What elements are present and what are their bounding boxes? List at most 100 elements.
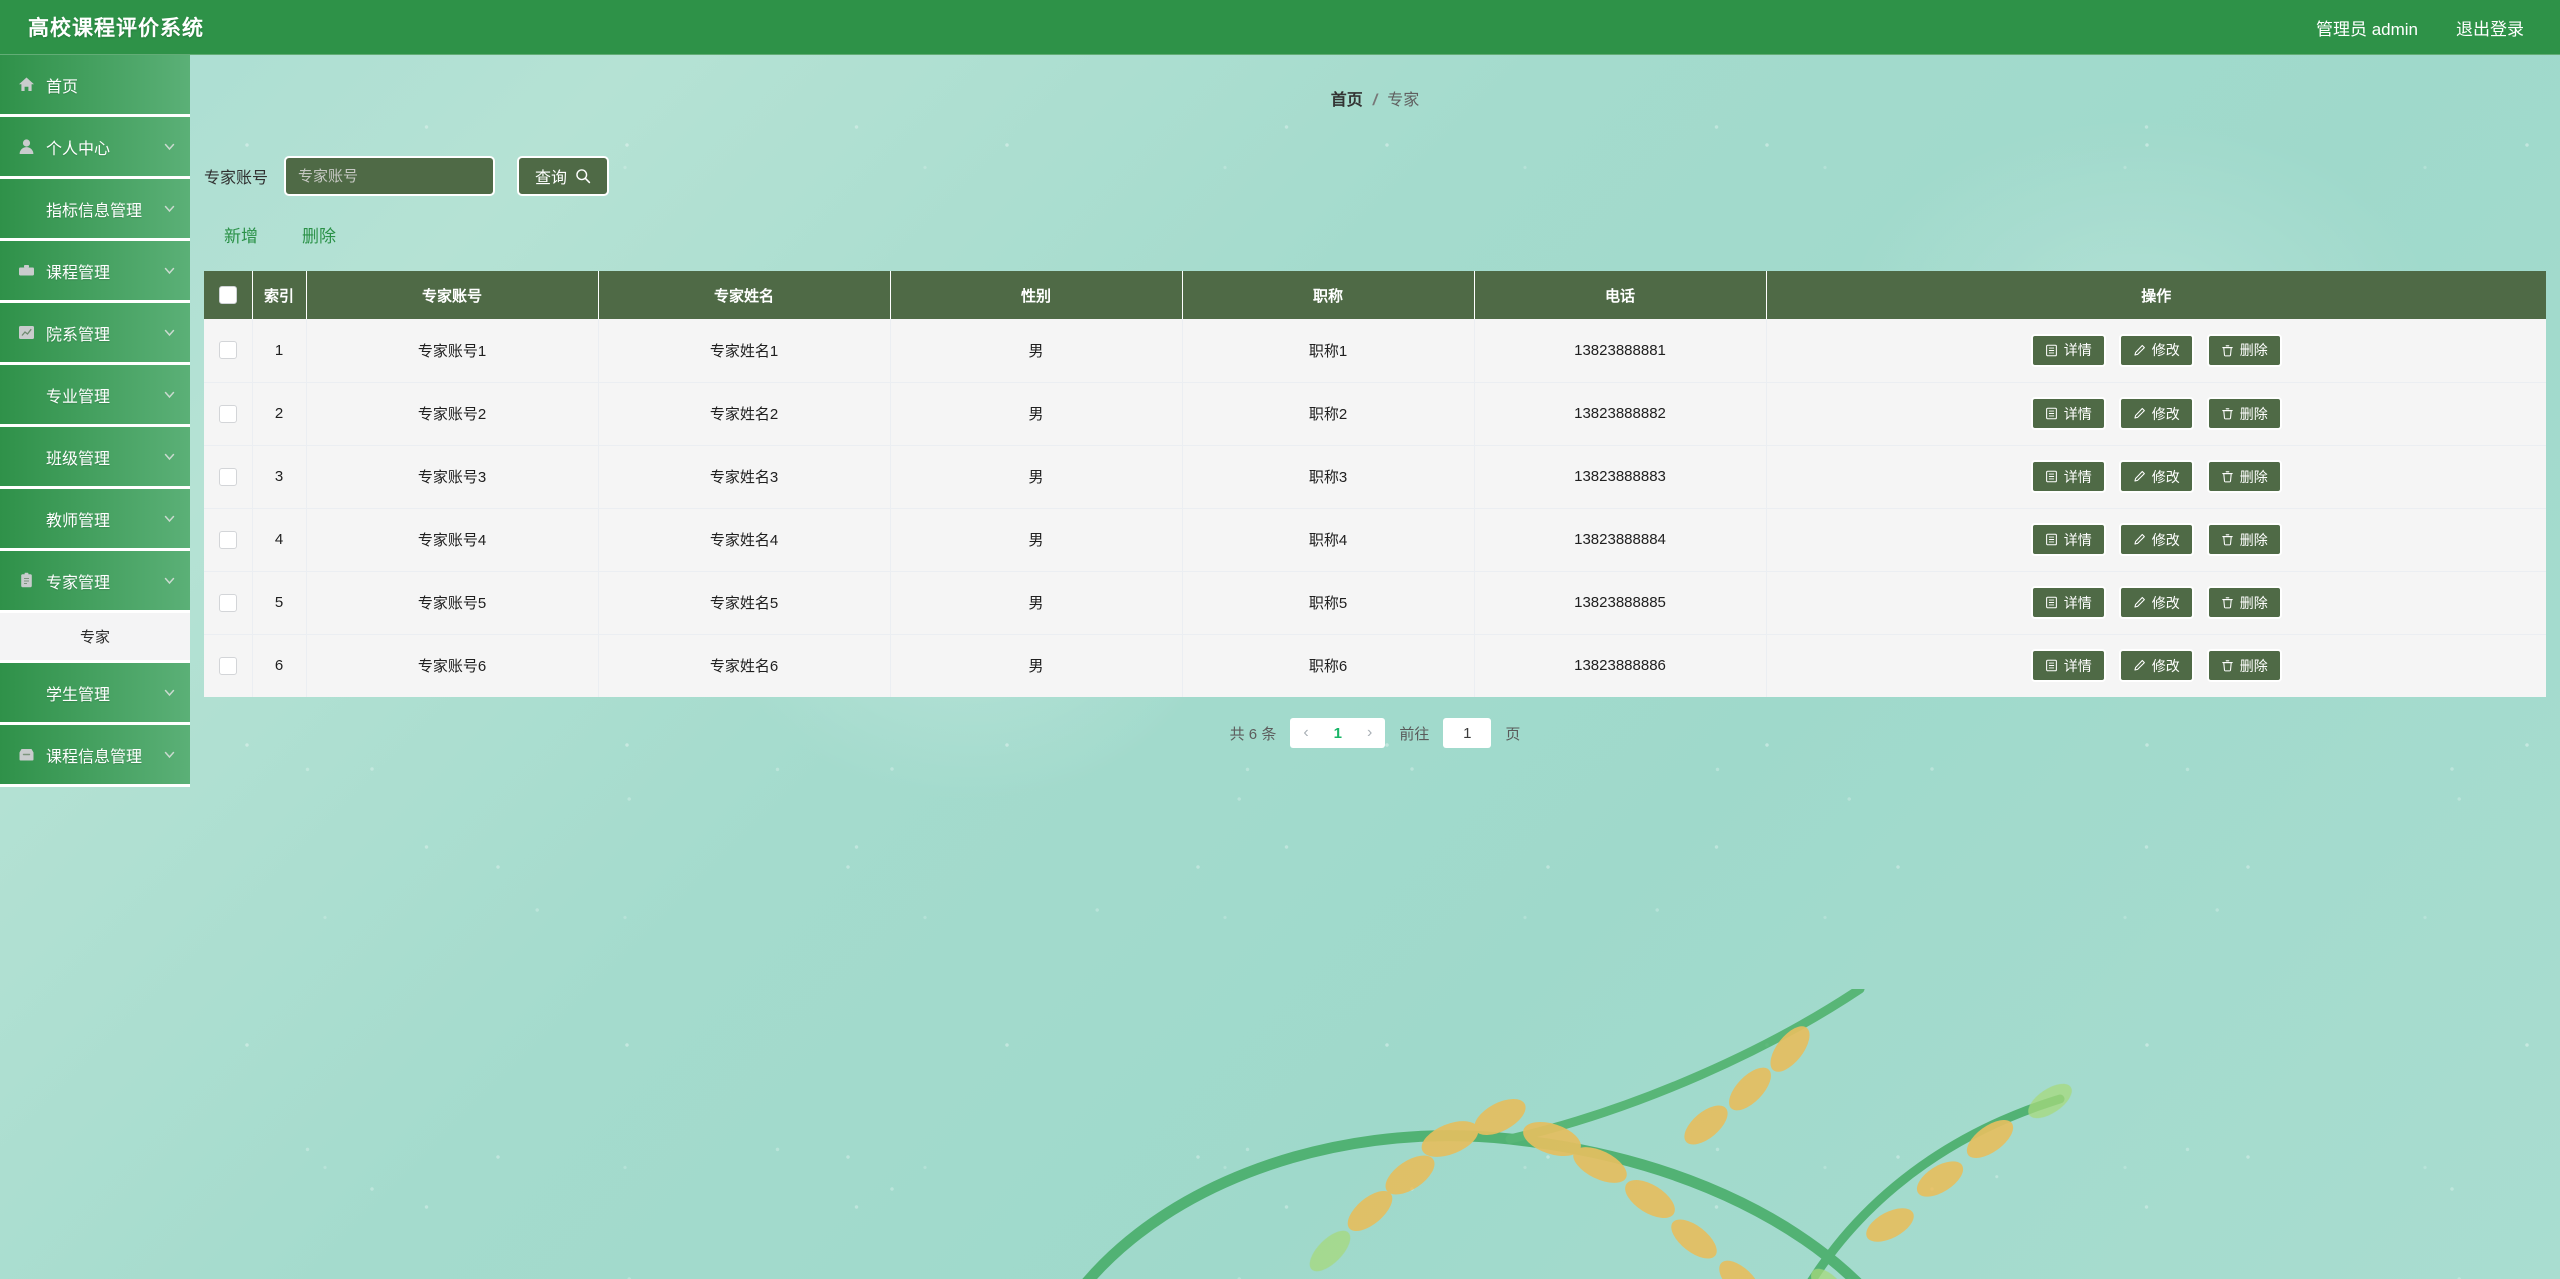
edit-button-label: 修改 [2152, 404, 2180, 424]
sidebar-item-department-management[interactable]: 院系管理 [0, 303, 190, 365]
row-checkbox[interactable] [219, 341, 237, 359]
pagination-current-page[interactable]: 1 [1328, 725, 1348, 742]
chart-icon [18, 324, 35, 341]
sidebar-navigation: 首页 个人中心 指标信息管理 课程管理 院系管理 [0, 55, 190, 1279]
delete-button[interactable]: 删除 [2207, 460, 2282, 493]
sidebar-subitem-expert[interactable]: 专家 [0, 613, 190, 663]
detail-button[interactable]: 详情 [2031, 523, 2106, 556]
row-checkbox-cell [204, 445, 252, 508]
sidebar-item-expert-management[interactable]: 专家管理 [0, 551, 190, 613]
delete-button[interactable]: 删除 [2207, 334, 2282, 367]
row-checkbox[interactable] [219, 594, 237, 612]
logout-link[interactable]: 退出登录 [2456, 15, 2524, 40]
edit-button[interactable]: 修改 [2119, 334, 2194, 367]
detail-button-label: 详情 [2064, 467, 2092, 487]
sidebar-item-label: 课程信息管理 [46, 743, 163, 767]
cell-phone: 13823888884 [1474, 508, 1766, 571]
cell-name: 专家姓名2 [598, 382, 890, 445]
delete-button[interactable]: 删除 [2207, 649, 2282, 682]
trash-icon [2221, 407, 2234, 420]
row-checkbox-cell [204, 382, 252, 445]
cell-index: 5 [252, 571, 306, 634]
delete-button[interactable]: 删除 [2207, 586, 2282, 619]
row-checkbox[interactable] [219, 405, 237, 423]
cell-account: 专家账号5 [306, 571, 598, 634]
delete-button[interactable]: 删除 [2207, 523, 2282, 556]
edit-button[interactable]: 修改 [2119, 460, 2194, 493]
delete-button[interactable]: 删除 [302, 222, 336, 247]
sidebar-item-major-management[interactable]: 专业管理 [0, 365, 190, 427]
grid-icon [18, 200, 35, 217]
search-button[interactable]: 查询 [517, 156, 609, 196]
column-header-actions: 操作 [1766, 271, 2546, 319]
edit-button[interactable]: 修改 [2119, 586, 2194, 619]
sidebar-item-course-info-management[interactable]: 课程信息管理 [0, 725, 190, 787]
trash-icon [2221, 470, 2234, 483]
row-checkbox[interactable] [219, 468, 237, 486]
cell-account: 专家账号2 [306, 382, 598, 445]
sidebar-item-course-management[interactable]: 课程管理 [0, 241, 190, 303]
cell-actions: 详情修改删除 [1766, 508, 2546, 571]
cell-index: 1 [252, 319, 306, 382]
chevron-down-icon [163, 574, 176, 587]
cell-phone: 13823888882 [1474, 382, 1766, 445]
expert-table: 索引 专家账号 专家姓名 性别 职称 电话 操作 1专家账号1专家姓名1男职称1… [204, 271, 2546, 697]
table-row: 1专家账号1专家姓名1男职称113823888881详情修改删除 [204, 319, 2546, 382]
table-head: 索引 专家账号 专家姓名 性别 职称 电话 操作 [204, 271, 2546, 319]
detail-button[interactable]: 详情 [2031, 460, 2106, 493]
edit-button[interactable]: 修改 [2119, 397, 2194, 430]
row-checkbox[interactable] [219, 531, 237, 549]
row-action-group: 详情修改 删除 [1767, 649, 2547, 682]
trash-icon [2221, 596, 2234, 609]
detail-button[interactable]: 详情 [2031, 334, 2106, 367]
cell-name: 专家姓名3 [598, 445, 890, 508]
detail-button[interactable]: 详情 [2031, 586, 2106, 619]
select-all-checkbox[interactable] [219, 286, 237, 304]
main-content: 首页/专家 专家账号 查询 新增 删除 [190, 55, 2560, 1279]
add-button[interactable]: 新增 [224, 222, 258, 247]
breadcrumb-home[interactable]: 首页 [1331, 92, 1363, 109]
delete-button-label: 删除 [2240, 656, 2268, 676]
sidebar-item-home[interactable]: 首页 [0, 55, 190, 117]
delete-button-label: 删除 [2240, 340, 2268, 360]
cell-account: 专家账号3 [306, 445, 598, 508]
chevron-down-icon [163, 326, 176, 339]
row-checkbox-cell [204, 634, 252, 697]
pagination-jump-label: 前往 [1399, 723, 1429, 744]
edit-button[interactable]: 修改 [2119, 649, 2194, 682]
detail-button[interactable]: 详情 [2031, 397, 2106, 430]
sidebar-item-label: 指标信息管理 [46, 197, 163, 221]
cell-index: 6 [252, 634, 306, 697]
sidebar-item-label: 院系管理 [46, 321, 163, 345]
sidebar-item-indicator-info[interactable]: 指标信息管理 [0, 179, 190, 241]
cell-title: 职称3 [1182, 445, 1474, 508]
search-input[interactable] [284, 156, 495, 196]
row-checkbox[interactable] [219, 657, 237, 675]
cell-title: 职称5 [1182, 571, 1474, 634]
edit-button-label: 修改 [2152, 467, 2180, 487]
cell-actions: 详情 修改 删除 [1766, 445, 2546, 508]
chevron-right-icon[interactable]: › [1360, 725, 1379, 741]
sidebar-item-class-management[interactable]: 班级管理 [0, 427, 190, 489]
edit-icon [2133, 470, 2146, 483]
breadcrumb-current: 专家 [1387, 92, 1419, 109]
delete-button[interactable]: 删除 [2207, 397, 2282, 430]
clipboard-icon [18, 572, 35, 589]
cell-name: 专家姓名1 [598, 319, 890, 382]
chevron-down-icon [163, 450, 176, 463]
detail-button-label: 详情 [2064, 404, 2092, 424]
pagination-jump-input[interactable] [1443, 718, 1491, 748]
sidebar-item-personal-center[interactable]: 个人中心 [0, 117, 190, 179]
app-title: 高校课程评价系统 [28, 12, 204, 42]
sidebar-item-teacher-management[interactable]: 教师管理 [0, 489, 190, 551]
cell-name: 专家姓名5 [598, 571, 890, 634]
row-action-group: 详情修改删除 [1767, 523, 2547, 556]
detail-button[interactable]: 详情 [2031, 649, 2106, 682]
breadcrumb-separator: / [1373, 92, 1377, 109]
edit-button[interactable]: 修改 [2119, 523, 2194, 556]
table-row: 2专家账号2专家姓名2男职称213823888882详情修改删除 [204, 382, 2546, 445]
header-right-group: 管理员 admin 退出登录 [2316, 15, 2524, 40]
chevron-left-icon[interactable]: ‹ [1296, 725, 1315, 741]
chevron-down-icon [163, 686, 176, 699]
sidebar-item-student-management[interactable]: 学生管理 [0, 663, 190, 725]
